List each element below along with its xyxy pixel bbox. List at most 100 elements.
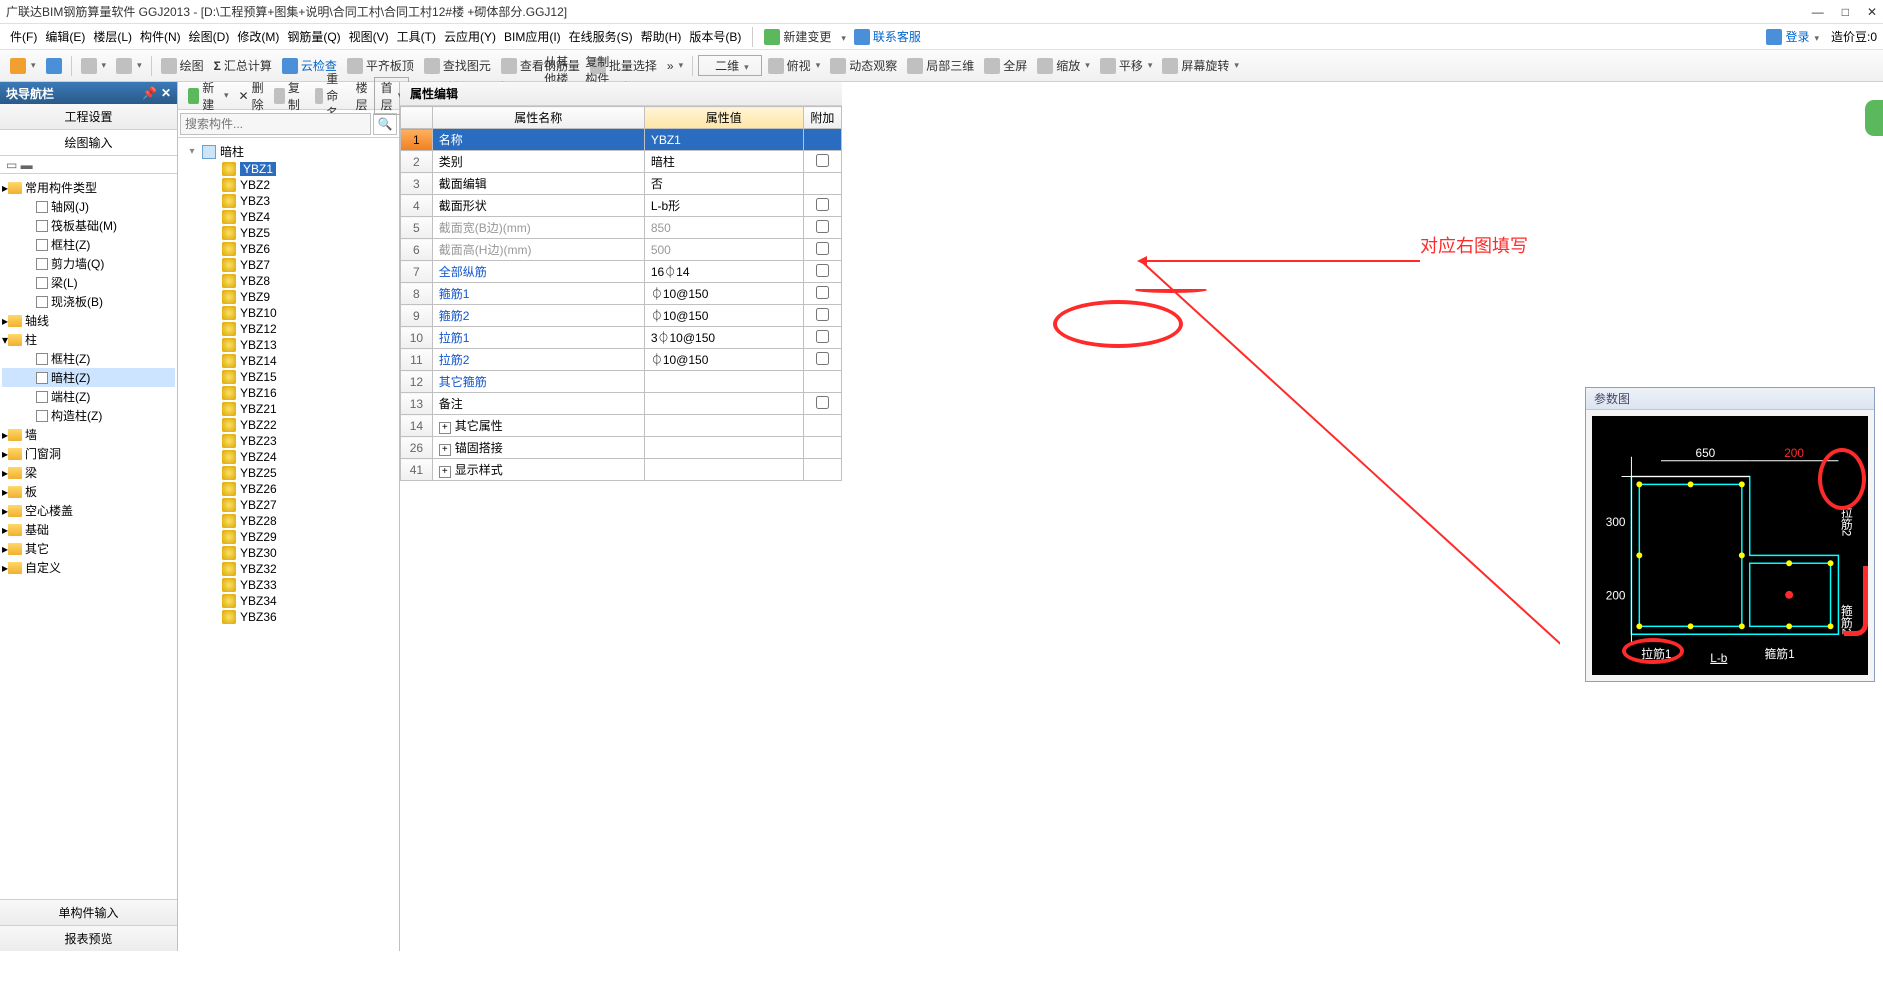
property-row[interactable]: 13备注 <box>401 393 842 415</box>
prop-extra[interactable] <box>803 327 841 349</box>
prop-extra[interactable] <box>803 305 841 327</box>
property-row[interactable]: 1名称YBZ1 <box>401 129 842 151</box>
ctree-item[interactable]: YBZ34 <box>178 593 399 609</box>
property-row[interactable]: 41+显示样式 <box>401 459 842 481</box>
prop-value[interactable] <box>644 393 803 415</box>
nav-tab-project[interactable]: 工程设置 <box>0 104 177 130</box>
prop-value[interactable]: 暗柱 <box>644 151 803 173</box>
prop-extra[interactable] <box>803 239 841 261</box>
tree-item[interactable]: 筏板基础(M) <box>2 216 175 235</box>
local3d-button[interactable]: 局部三维 <box>903 55 978 76</box>
ctree-item[interactable]: YBZ21 <box>178 401 399 417</box>
ctree-item[interactable]: YBZ8 <box>178 273 399 289</box>
dynview-button[interactable]: 动态观察 <box>826 55 901 76</box>
tree-folder[interactable]: ▸ 常用构件类型 <box>2 178 175 197</box>
ctree-item[interactable]: YBZ27 <box>178 497 399 513</box>
ctree-item[interactable]: YBZ6 <box>178 241 399 257</box>
undo-button[interactable] <box>77 56 111 76</box>
prop-extra[interactable] <box>803 283 841 305</box>
tree-folder[interactable]: ▸ 空心楼盖 <box>2 501 175 520</box>
minimize-button[interactable]: — <box>1812 5 1824 19</box>
ctree-item[interactable]: YBZ30 <box>178 545 399 561</box>
ctree-item[interactable]: YBZ33 <box>178 577 399 593</box>
nav-foot-single[interactable]: 单构件输入 <box>0 899 177 925</box>
prop-value[interactable] <box>644 459 803 481</box>
property-row[interactable]: 4截面形状L-b形 <box>401 195 842 217</box>
prop-extra[interactable] <box>803 393 841 415</box>
tree-item[interactable]: 框柱(Z) <box>2 349 175 368</box>
ctree-item[interactable]: YBZ1 <box>178 161 399 177</box>
ctree-item[interactable]: YBZ5 <box>178 225 399 241</box>
prop-extra[interactable] <box>803 349 841 371</box>
maximize-button[interactable]: □ <box>1842 5 1849 19</box>
prop-value[interactable]: ⏀10@150 <box>644 305 803 327</box>
sum-calc-button[interactable]: Σ 汇总计算 <box>210 55 276 76</box>
nav-tab-draw[interactable]: 绘图输入 <box>0 130 177 156</box>
more-toolbar-button[interactable]: » <box>663 57 687 75</box>
property-row[interactable]: 26+锚固搭接 <box>401 437 842 459</box>
tree-item[interactable]: 现浇板(B) <box>2 292 175 311</box>
copy-button[interactable]: 复制 <box>270 77 309 115</box>
tree-item[interactable]: 剪力墙(Q) <box>2 254 175 273</box>
prop-value[interactable]: ⏀10@150 <box>644 349 803 371</box>
tree-item[interactable]: 梁(L) <box>2 273 175 292</box>
menu-item[interactable]: 件(F) <box>6 28 41 46</box>
menu-item[interactable]: 帮助(H) <box>637 28 686 46</box>
tree-folder[interactable]: ▸ 墙 <box>2 425 175 444</box>
property-row[interactable]: 10拉筋13⏀10@150 <box>401 327 842 349</box>
prop-value[interactable]: ⏀10@150 <box>644 283 803 305</box>
prop-extra[interactable] <box>803 217 841 239</box>
lookdown-button[interactable]: 俯视 <box>764 55 825 76</box>
close-button[interactable]: ✕ <box>1867 5 1877 19</box>
ctree-item[interactable]: YBZ25 <box>178 465 399 481</box>
delete-button[interactable]: ✕ 删除 <box>235 77 268 115</box>
ctree-item[interactable]: YBZ4 <box>178 209 399 225</box>
nav-foot-report[interactable]: 报表预览 <box>0 925 177 951</box>
col-extra[interactable]: 附加 <box>803 107 841 129</box>
menu-item[interactable]: 云应用(Y) <box>440 28 500 46</box>
prop-value[interactable]: 否 <box>644 173 803 195</box>
pin-icon[interactable]: 📌 <box>142 86 157 100</box>
menu-item[interactable]: 版本号(B) <box>685 28 745 46</box>
tree-item[interactable]: 暗柱(Z) <box>2 368 175 387</box>
prop-value[interactable]: 500 <box>644 239 803 261</box>
contact-support-button[interactable]: 联系客服 <box>850 26 925 47</box>
tree-folder[interactable]: ▸ 板 <box>2 482 175 501</box>
prop-value[interactable]: L-b形 <box>644 195 803 217</box>
prop-value[interactable] <box>644 371 803 393</box>
property-row[interactable]: 14+其它属性 <box>401 415 842 437</box>
rotate-screen-button[interactable]: 屏幕旋转 <box>1158 55 1243 76</box>
menu-item[interactable]: 楼层(L) <box>89 28 136 46</box>
ctree-root[interactable]: ▾暗柱 <box>178 142 399 161</box>
ctree-item[interactable]: YBZ28 <box>178 513 399 529</box>
search-button[interactable]: 🔍 <box>373 113 397 135</box>
prop-extra[interactable] <box>803 129 841 151</box>
component-tree[interactable]: ▾暗柱YBZ1YBZ2YBZ3YBZ4YBZ5YBZ6YBZ7YBZ8YBZ9Y… <box>178 138 399 951</box>
prop-value[interactable]: 16⏀14 <box>644 261 803 283</box>
save-button[interactable] <box>42 56 66 76</box>
menu-item[interactable]: 在线服务(S) <box>565 28 637 46</box>
prop-extra[interactable] <box>803 261 841 283</box>
tree-folder[interactable]: ▸ 其它 <box>2 539 175 558</box>
prop-extra[interactable] <box>803 459 841 481</box>
ctree-item[interactable]: YBZ26 <box>178 481 399 497</box>
ctree-item[interactable]: YBZ10 <box>178 305 399 321</box>
ctree-item[interactable]: YBZ32 <box>178 561 399 577</box>
tree-folder[interactable]: ▸ 梁 <box>2 463 175 482</box>
draw-button[interactable]: 绘图 <box>157 55 208 76</box>
prop-extra[interactable] <box>803 437 841 459</box>
close-icon[interactable]: ✕ <box>161 86 171 100</box>
ctree-item[interactable]: YBZ24 <box>178 449 399 465</box>
menu-item[interactable]: 绘图(D) <box>185 28 234 46</box>
prop-value[interactable]: YBZ1 <box>644 129 803 151</box>
new-comp-button[interactable]: 新建 <box>184 77 233 115</box>
ctree-item[interactable]: YBZ15 <box>178 369 399 385</box>
menu-item[interactable]: 钢筋量(Q) <box>283 28 344 46</box>
property-row[interactable]: 11拉筋2⏀10@150 <box>401 349 842 371</box>
prop-value[interactable] <box>644 437 803 459</box>
tree-item[interactable]: 框柱(Z) <box>2 235 175 254</box>
prop-extra[interactable] <box>803 151 841 173</box>
prop-extra[interactable] <box>803 415 841 437</box>
property-row[interactable]: 9箍筋2⏀10@150 <box>401 305 842 327</box>
tree-folder[interactable]: ▸ 自定义 <box>2 558 175 577</box>
